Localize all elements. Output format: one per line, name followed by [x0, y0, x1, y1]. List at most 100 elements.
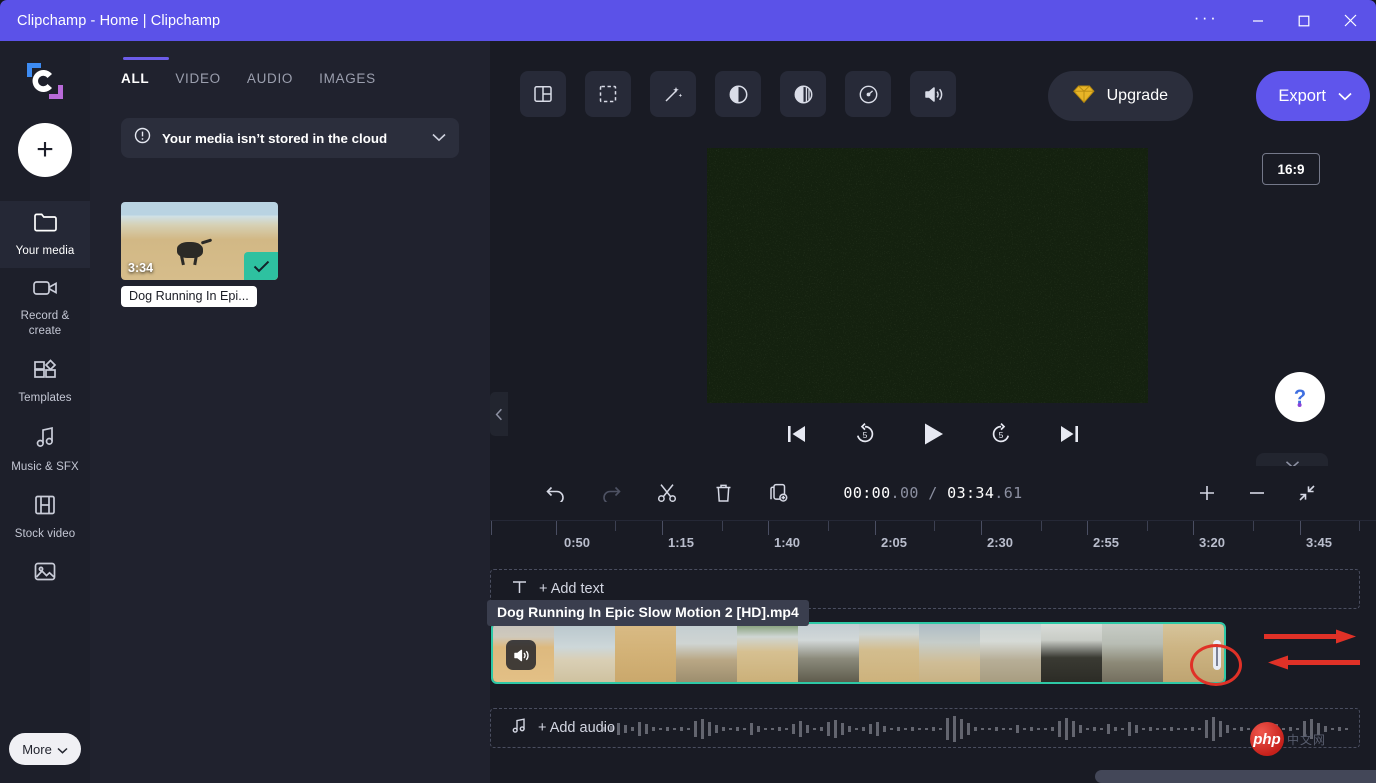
- clip-tooltip: Dog Running In Epic Slow Motion 2 [HD].m…: [487, 600, 809, 626]
- clip-frame: [1041, 624, 1102, 682]
- more-label: More: [22, 742, 52, 757]
- svg-text:5: 5: [999, 430, 1004, 440]
- tab-audio[interactable]: AUDIO: [247, 71, 293, 90]
- text-tool-icon: [511, 579, 528, 599]
- fit-to-screen-button[interactable]: [1288, 476, 1326, 510]
- chevron-down-icon: [1338, 87, 1352, 106]
- media-thumbnail: 3:34: [121, 202, 278, 280]
- clip-frame: [859, 624, 920, 682]
- sidebar-item-templates[interactable]: Templates: [0, 348, 90, 415]
- media-item-name: Dog Running In Epi...: [121, 286, 257, 307]
- clip-frame: [1102, 624, 1163, 682]
- rail-items: Your media Record & create: [0, 201, 90, 603]
- delete-button[interactable]: [704, 476, 742, 510]
- preview-stage: Upgrade Export 16:9 ?: [490, 41, 1376, 466]
- layout-icon[interactable]: [520, 71, 566, 117]
- clip-frame: [980, 624, 1041, 682]
- clip-trim-handle-right[interactable]: [1213, 640, 1221, 670]
- forward-5s-button[interactable]: 5: [982, 415, 1020, 453]
- undo-button[interactable]: [536, 476, 574, 510]
- media-panel: ALL VIDEO AUDIO IMAGES Your media isn’t …: [90, 41, 490, 783]
- magic-wand-icon[interactable]: [650, 71, 696, 117]
- ruler-label: 1:40: [774, 535, 800, 550]
- timeline-toolbar: 00:00.00 / 03:34.61: [490, 466, 1376, 521]
- maximize-icon[interactable]: [1281, 0, 1327, 41]
- tab-all[interactable]: ALL: [121, 71, 149, 90]
- export-button[interactable]: Export: [1256, 71, 1370, 121]
- watermark-subtext: 中文网: [1287, 731, 1326, 748]
- ruler-label: 2:55: [1093, 535, 1119, 550]
- panel-collapse-handle[interactable]: [490, 392, 508, 436]
- volume-icon[interactable]: [910, 71, 956, 117]
- stage-toolbar: [520, 71, 956, 117]
- timeline-horizontal-scrollbar[interactable]: [1095, 770, 1376, 783]
- title-bar: Clipchamp - Home | Clipchamp ···: [0, 0, 1376, 41]
- media-tabs: ALL VIDEO AUDIO IMAGES: [90, 41, 490, 90]
- more-options-button[interactable]: ···: [1177, 0, 1235, 41]
- upgrade-label: Upgrade: [1107, 87, 1168, 105]
- export-label: Export: [1278, 87, 1326, 106]
- film-strip-icon: [34, 494, 56, 521]
- filters-icon[interactable]: [780, 71, 826, 117]
- speed-icon[interactable]: [845, 71, 891, 117]
- tab-images[interactable]: IMAGES: [319, 71, 376, 90]
- audio-waveform: [601, 709, 1353, 748]
- cloud-storage-notice[interactable]: Your media isn’t stored in the cloud: [121, 118, 459, 158]
- clipchamp-logo-icon: [21, 57, 69, 105]
- sidebar-item-graphics[interactable]: [0, 551, 90, 603]
- media-duration: 3:34: [128, 261, 153, 275]
- sidebar-item-stock-video[interactable]: Stock video: [0, 484, 90, 551]
- folder-icon: [33, 211, 58, 238]
- thumbnail-subject-tail: [201, 238, 212, 244]
- timeline-ruler[interactable]: 0:50 1:15 1:40 2:05 2:30 2:55 3:20 3:45: [490, 521, 1376, 561]
- crop-icon[interactable]: [585, 71, 631, 117]
- zoom-in-button[interactable]: [1188, 476, 1226, 510]
- skip-to-start-button[interactable]: [778, 415, 816, 453]
- duplicate-button[interactable]: [760, 476, 798, 510]
- cloud-notice-text: Your media isn’t stored in the cloud: [162, 131, 387, 146]
- minimize-icon[interactable]: [1235, 0, 1281, 41]
- split-button[interactable]: [648, 476, 686, 510]
- contrast-icon[interactable]: [715, 71, 761, 117]
- total-frames: .61: [994, 484, 1022, 502]
- rewind-5s-button[interactable]: 5: [846, 415, 884, 453]
- zoom-out-button[interactable]: [1238, 476, 1276, 510]
- diamond-icon: [1073, 84, 1095, 109]
- add-audio-track[interactable]: + Add audio: [490, 708, 1360, 748]
- media-grid: 3:34 Dog Running In Epi...: [121, 202, 490, 312]
- close-icon[interactable]: [1327, 0, 1373, 41]
- add-media-button[interactable]: +: [18, 123, 72, 177]
- video-noise: [707, 148, 1148, 403]
- add-text-label: + Add text: [539, 581, 604, 597]
- more-button[interactable]: More: [9, 733, 81, 765]
- sidebar-label: Stock video: [15, 527, 76, 541]
- music-note-icon: [34, 426, 57, 454]
- ruler-label: 2:05: [881, 535, 907, 550]
- ruler-label: 2:30: [987, 535, 1013, 550]
- watermark: php 中文网: [1250, 722, 1326, 756]
- window-controls: ···: [1177, 0, 1376, 41]
- php-logo-icon: php: [1250, 722, 1284, 756]
- sidebar-item-your-media[interactable]: Your media: [0, 201, 90, 268]
- redo-button[interactable]: [592, 476, 630, 510]
- sidebar-item-record-create[interactable]: Record & create: [0, 268, 90, 348]
- video-clip[interactable]: [491, 622, 1226, 684]
- clip-volume-icon[interactable]: [506, 640, 536, 670]
- clip-frame: [676, 624, 737, 682]
- sidebar-label: Record & create: [4, 309, 86, 338]
- clip-frame: [798, 624, 859, 682]
- aspect-ratio-button[interactable]: 16:9: [1262, 153, 1320, 185]
- media-item[interactable]: 3:34 Dog Running In Epi...: [121, 202, 278, 312]
- chevron-down-icon[interactable]: [432, 129, 446, 147]
- window-title: Clipchamp - Home | Clipchamp: [17, 13, 220, 29]
- thumbnail-subject: [177, 242, 203, 258]
- ruler-label: 3:45: [1306, 535, 1332, 550]
- svg-text:5: 5: [863, 430, 868, 440]
- tab-video[interactable]: VIDEO: [175, 71, 221, 90]
- current-time: 00:00: [843, 484, 890, 502]
- upgrade-button[interactable]: Upgrade: [1048, 71, 1193, 121]
- skip-to-end-button[interactable]: [1050, 415, 1088, 453]
- sidebar-item-music-sfx[interactable]: Music & SFX: [0, 416, 90, 484]
- clip-frame: [615, 624, 676, 682]
- play-button[interactable]: [914, 415, 952, 453]
